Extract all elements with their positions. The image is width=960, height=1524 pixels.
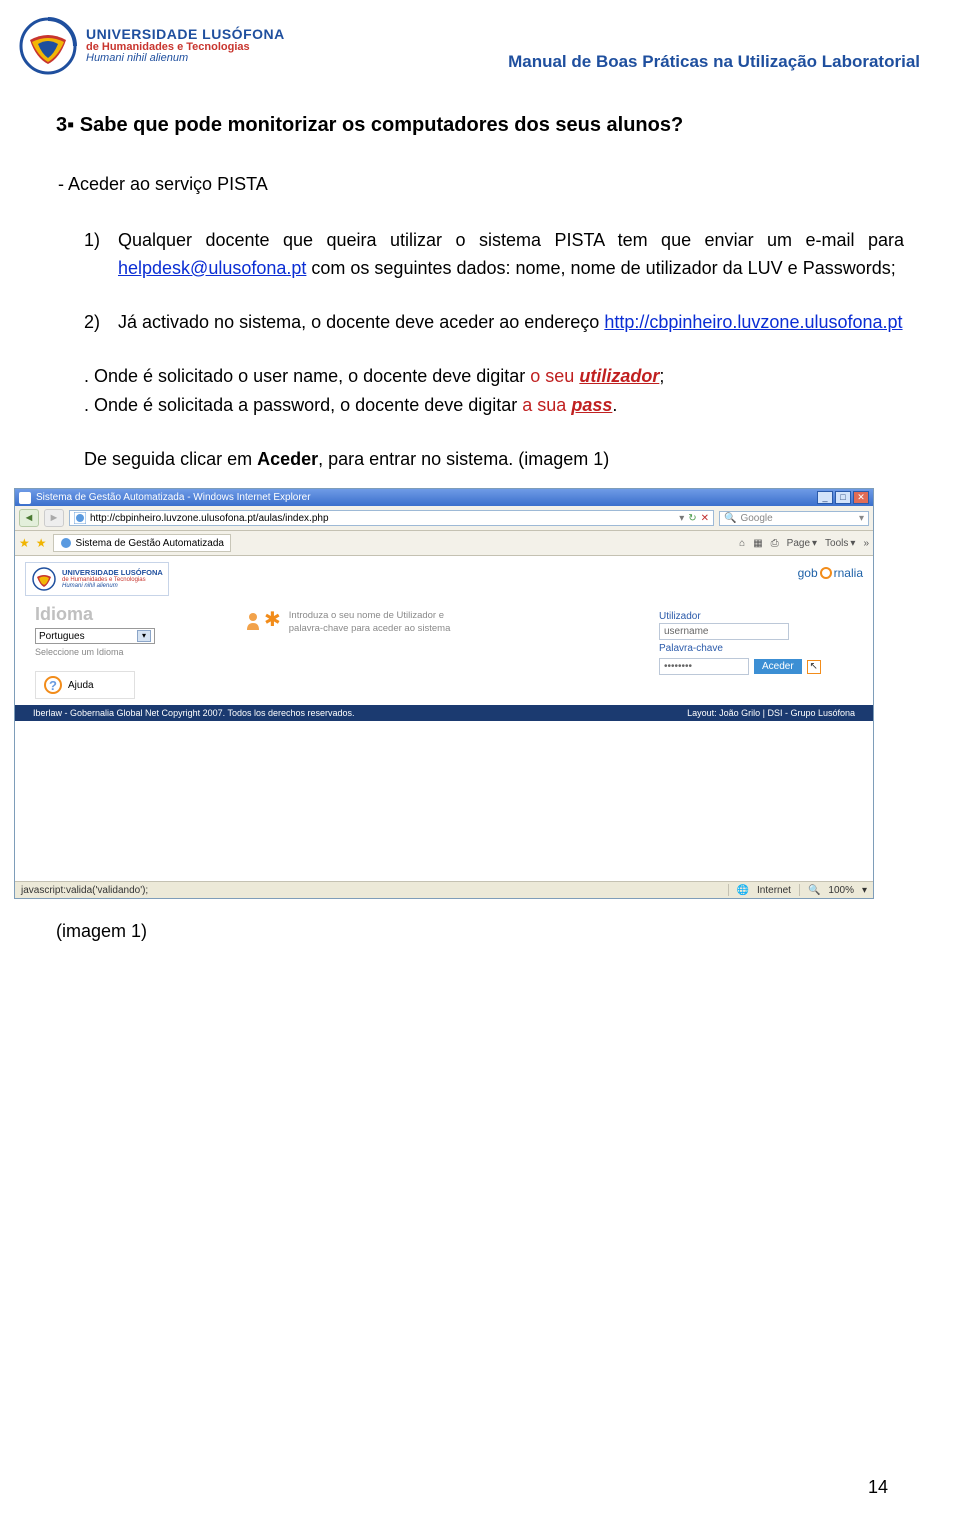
add-favorite-icon[interactable]: ★	[36, 536, 47, 550]
browser-status-bar: javascript:valida('validando'); 🌐 Intern…	[15, 881, 873, 898]
idioma-heading: Idioma	[35, 604, 205, 625]
forward-button[interactable]: ►	[44, 509, 64, 527]
browser-navbar: ◄ ► http://cbpinheiro.luvzone.ulusofona.…	[15, 506, 873, 531]
idioma-helper: Seleccione um Idioma	[35, 647, 205, 657]
window-title: Sistema de Gestão Automatizada - Windows…	[36, 492, 311, 503]
page-menu[interactable]: Page ▾	[787, 538, 817, 549]
internet-zone-icon: 🌐	[737, 885, 749, 896]
page-footer-bar: Iberlaw - Gobernalia Global Net Copyrigh…	[15, 705, 873, 721]
user-field[interactable]: username	[659, 623, 789, 640]
browser-search-box[interactable]: 🔍 Google ▾	[719, 511, 869, 526]
gobernalia-orb-icon	[820, 567, 832, 579]
list-item-2: 2) Já activado no sistema, o docente dev…	[84, 309, 904, 337]
mini-logo-icon	[31, 566, 57, 592]
select-arrow-icon: ▾	[137, 630, 151, 642]
maximize-button[interactable]: □	[835, 491, 851, 504]
zoom-level: 100%	[828, 885, 854, 896]
note-password: . Onde é solicitada a password, o docent…	[84, 392, 904, 420]
window-titlebar: Sistema de Gestão Automatizada - Windows…	[15, 489, 873, 506]
feed-icon[interactable]: ▦	[753, 538, 762, 549]
section-subtitle: - Aceder ao serviço PISTA	[58, 171, 904, 199]
user-icon	[245, 612, 261, 630]
status-text: javascript:valida('validando');	[21, 885, 148, 896]
logo-line3: Humani nihil alienum	[86, 53, 285, 65]
screenshot-browser-window: Sistema de Gestão Automatizada - Windows…	[14, 488, 874, 899]
key-star-icon: ✱	[264, 612, 281, 630]
final-instruction: De seguida clicar em Aceder, para entrar…	[84, 446, 904, 474]
gobernalia-brand: gobrnalia	[798, 566, 863, 580]
pista-url-link[interactable]: http://cbpinheiro.luvzone.ulusofona.pt	[604, 312, 902, 332]
logo-block: UNIVERSIDADE LUSÓFONA de Humanidades e T…	[18, 16, 285, 76]
intro-text: Introduza o seu nome de Utilizador e pal…	[289, 610, 465, 635]
close-button[interactable]: ✕	[853, 491, 869, 504]
logo-line1: UNIVERSIDADE LUSÓFONA	[86, 27, 285, 42]
help-icon: ?	[44, 676, 62, 694]
ie-titlebar-icon	[19, 492, 31, 504]
refresh-icon[interactable]: ↻	[688, 513, 696, 524]
zoom-icon[interactable]: 🔍	[808, 885, 820, 896]
pass-field[interactable]: ••••••••	[659, 658, 749, 675]
tools-menu[interactable]: Tools ▾	[825, 538, 855, 549]
minimize-button[interactable]: _	[817, 491, 833, 504]
list-item-1: 1) Qualquer docente que queira utilizar …	[84, 227, 904, 283]
home-icon[interactable]: ⌂	[739, 538, 745, 549]
page-content: UNIVERSIDADE LUSÓFONA de Humanidades e T…	[15, 556, 873, 898]
idioma-select[interactable]: Portugues ▾	[35, 628, 155, 644]
ie-page-icon	[74, 512, 86, 524]
browser-tab[interactable]: Sistema de Gestão Automatizada	[53, 534, 231, 552]
stop-icon[interactable]: ✕	[701, 513, 709, 524]
mini-logo: UNIVERSIDADE LUSÓFONA de Humanidades e T…	[25, 562, 169, 596]
back-button[interactable]: ◄	[19, 509, 39, 527]
aceder-button[interactable]: Aceder	[754, 659, 802, 674]
tab-icon	[60, 537, 72, 549]
favorites-icon[interactable]: ★	[19, 536, 30, 550]
image-caption: (imagem 1)	[56, 921, 960, 942]
page-number: 14	[868, 1477, 888, 1498]
document-header: UNIVERSIDADE LUSÓFONA de Humanidades e T…	[0, 0, 960, 82]
user-field-label: Utilizador	[659, 611, 859, 622]
helpdesk-email-link[interactable]: helpdesk@ulusofona.pt	[118, 258, 306, 278]
cursor-highlight-icon: ↖	[807, 660, 821, 674]
address-bar[interactable]: http://cbpinheiro.luvzone.ulusofona.pt/a…	[69, 510, 714, 526]
chevrons-icon[interactable]: »	[863, 538, 869, 549]
search-icon: 🔍	[724, 513, 736, 524]
section-title: 3▪ Sabe que pode monitorizar os computad…	[56, 110, 904, 141]
university-logo-icon	[18, 16, 78, 76]
ajuda-button[interactable]: ? Ajuda	[35, 671, 135, 699]
note-username: . Onde é solicitado o user name, o docen…	[84, 363, 904, 391]
document-title: Manual de Boas Práticas na Utilização La…	[508, 52, 920, 76]
pass-field-label: Palavra-chave	[659, 643, 859, 654]
print-icon[interactable]: ⎙	[771, 538, 779, 549]
browser-favbar: ★ ★ Sistema de Gestão Automatizada ⌂ ▦ ⎙…	[15, 531, 873, 556]
address-dropdown-icon[interactable]: ▾	[679, 513, 684, 524]
